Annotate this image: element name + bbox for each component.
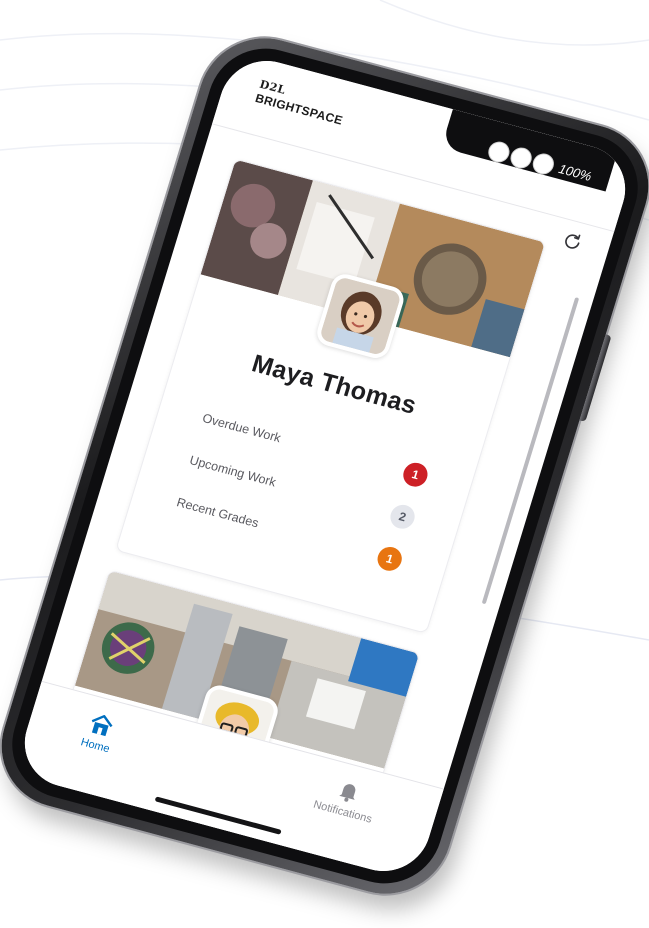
brightspace-logo: D2L BRIGHTSPACE [254, 78, 348, 128]
metric-label: Recent Grades [174, 495, 261, 531]
overdue-count-badge: 1 [400, 460, 431, 490]
bell-icon [339, 784, 356, 802]
student-metrics: Overdue Work 1 Upcoming Work 2 Recent Gr… [171, 397, 434, 583]
nav-notifications[interactable]: Notifications [283, 764, 411, 833]
home-icon [91, 715, 113, 737]
student-card[interactable]: Maya Thomas Overdue Work 1 Upcoming Work… [115, 158, 547, 634]
metric-label: Upcoming Work [187, 453, 278, 490]
nav-home[interactable]: Home [35, 698, 163, 767]
upcoming-count-badge: 2 [387, 502, 418, 532]
refresh-icon[interactable] [559, 228, 587, 255]
metric-label: Overdue Work [200, 411, 283, 446]
grades-count-badge: 1 [374, 544, 405, 574]
page: D2L BRIGHTSPACE 100% Maya Thomas Overdue… [0, 0, 649, 928]
